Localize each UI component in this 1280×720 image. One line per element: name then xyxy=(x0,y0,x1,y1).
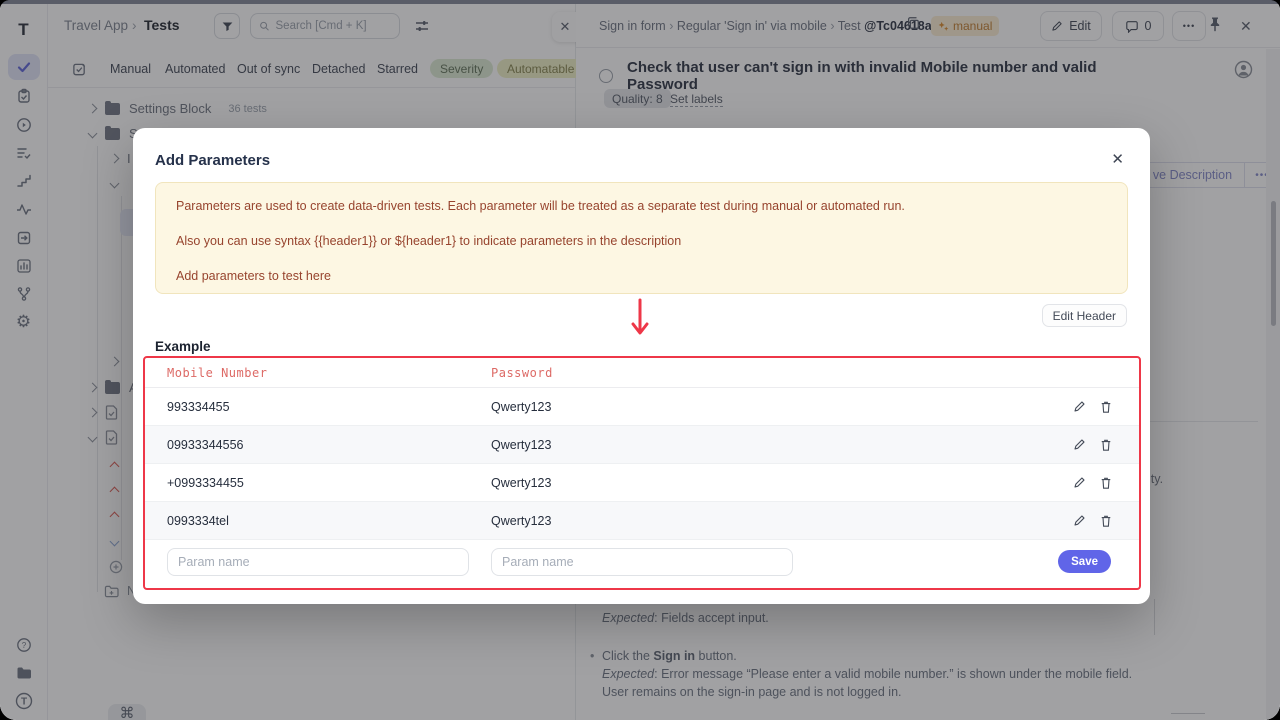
cell-mobile: 09933344556 xyxy=(167,438,491,452)
edit-row-icon[interactable] xyxy=(1073,438,1086,451)
delete-row-icon[interactable] xyxy=(1100,400,1112,414)
param-row: 0993334tel Qwerty123 xyxy=(145,502,1139,540)
page: T ⚙ ? xyxy=(0,4,1280,720)
cell-password: Qwerty123 xyxy=(491,400,1073,414)
edit-row-icon[interactable] xyxy=(1073,514,1086,527)
info-line: Add parameters to test here xyxy=(176,269,1107,283)
delete-row-icon[interactable] xyxy=(1100,476,1112,490)
new-param-row: Save xyxy=(145,540,1139,584)
modal-title: Add Parameters xyxy=(155,152,270,169)
param-row: 09933344556 Qwerty123 xyxy=(145,426,1139,464)
add-parameters-modal: Add Parameters ✕ Parameters are used to … xyxy=(133,128,1150,604)
parameters-info-box: Parameters are used to create data-drive… xyxy=(155,182,1128,294)
cell-password: Qwerty123 xyxy=(491,514,1073,528)
edit-row-icon[interactable] xyxy=(1073,476,1086,489)
cell-mobile: 0993334tel xyxy=(167,514,491,528)
cell-mobile: +0993334455 xyxy=(167,476,491,490)
edit-row-icon[interactable] xyxy=(1073,400,1086,413)
param-row: +0993334455 Qwerty123 xyxy=(145,464,1139,502)
example-label: Example xyxy=(155,339,211,354)
column-mobile-number: Mobile Number xyxy=(167,366,491,380)
cell-password: Qwerty123 xyxy=(491,438,1073,452)
annotation-arrow-down xyxy=(630,298,650,338)
param-name-input-2[interactable] xyxy=(491,548,793,576)
cell-password: Qwerty123 xyxy=(491,476,1073,490)
param-name-input-1[interactable] xyxy=(167,548,469,576)
param-row: 993334455 Qwerty123 xyxy=(145,388,1139,426)
cell-mobile: 993334455 xyxy=(167,400,491,414)
edit-header-button[interactable]: Edit Header xyxy=(1042,304,1127,327)
app-window: T ⚙ ? xyxy=(0,0,1280,720)
save-button[interactable]: Save xyxy=(1058,550,1111,573)
modal-close-button[interactable]: ✕ xyxy=(1111,150,1124,168)
parameters-table-annotation: Mobile Number Password 993334455 Qwerty1… xyxy=(143,356,1141,590)
delete-row-icon[interactable] xyxy=(1100,514,1112,528)
info-line: Parameters are used to create data-drive… xyxy=(176,199,1107,213)
info-line: Also you can use syntax {{header1}} or $… xyxy=(176,234,1107,248)
parameters-table-header: Mobile Number Password xyxy=(145,358,1139,388)
delete-row-icon[interactable] xyxy=(1100,438,1112,452)
column-password: Password xyxy=(491,366,1069,380)
